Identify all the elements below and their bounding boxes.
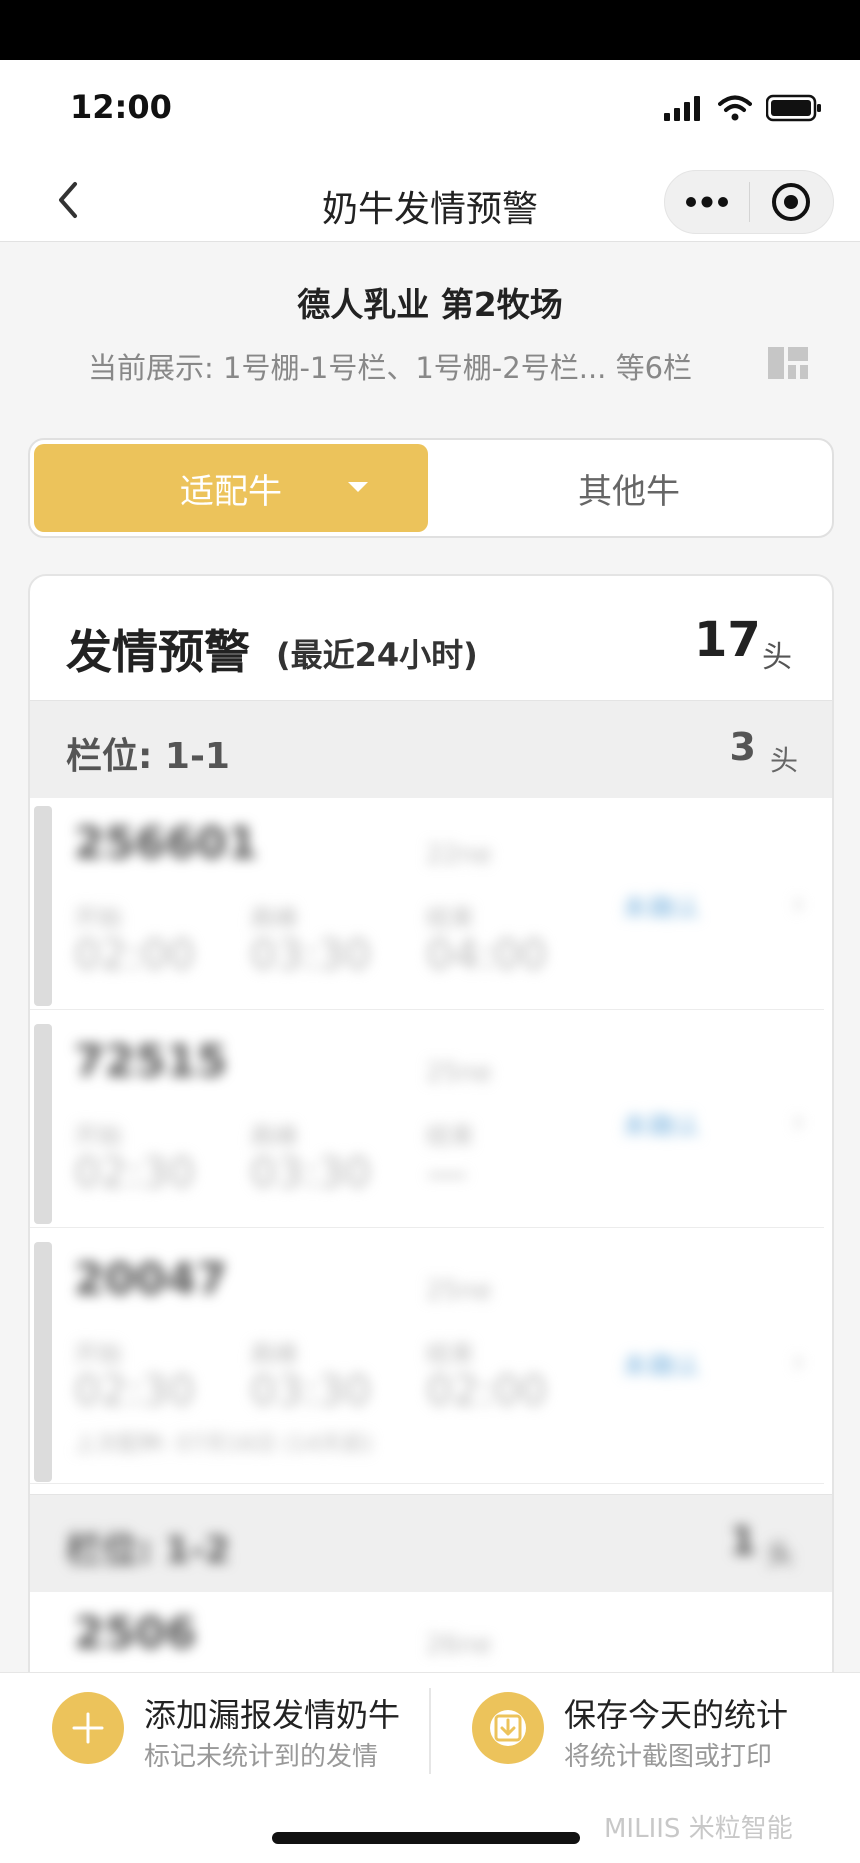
cow-label-peak: 高峰 [250,1122,298,1150]
cow-time-start: 02:30 [74,1366,196,1415]
stall-count: 1 [730,1519,757,1563]
more-button[interactable] [665,171,749,233]
watermark-logo: MILIIS 米粒智能 [604,1814,793,1844]
top-black-bar [0,0,860,60]
plus-icon [72,1712,104,1744]
more-dots-icon [685,196,728,208]
warning-subtitle: (最近24小时) [276,636,478,674]
cow-label-end: 结束 [426,1340,474,1368]
stall-unit: 头 [769,744,798,777]
cow-label-start: 开始 [74,1340,122,1368]
cow-confirm-link[interactable]: 未确认 [622,888,700,925]
cow-id: 72515 [74,1036,228,1087]
cow-row-indicator [34,806,52,1006]
cow-age: 26ne [426,1630,492,1660]
cow-id: 2506 [74,1608,197,1659]
scope-text: 当前展示: 1号棚-1号栏、1号棚-2号栏... 等6栏 [88,351,693,385]
warning-count: 17 [694,612,761,668]
warning-unit: 头 [762,640,792,675]
farm-title: 德人乳业 第2牧场 [297,285,563,324]
warning-title: 发情预警 [66,625,250,679]
tab-suitable-cows[interactable]: 适配牛 [34,444,428,532]
cow-time-peak: 03:30 [250,1148,372,1197]
add-missed-estrus-title[interactable]: 添加漏报发情奶牛 [144,1690,400,1736]
stall-count: 3 [729,725,756,769]
tab-suitable-cows-label: 适配牛 [180,471,282,512]
cow-row-indicator [34,1024,52,1224]
save-today-stats-button[interactable] [472,1692,544,1764]
cow-age: 25ne [426,1276,492,1306]
stall-header[interactable]: 栏位: 1-2 1 头 [30,1494,832,1592]
stall-unit: 头 [766,1538,795,1571]
stall-header[interactable]: 栏位: 1-1 3 头 [30,700,832,798]
cow-label-start: 开始 [74,904,122,932]
cow-row-indicator [34,1242,52,1482]
layout-grid-icon[interactable] [768,347,808,379]
footer-divider [429,1688,431,1774]
cow-label-end: 结束 [426,904,474,932]
cow-time-start: 02:30 [74,1148,196,1197]
stall-label: 栏位: 1-2 [66,1530,230,1571]
download-icon [490,1710,526,1746]
cow-time-end: 04:00 [426,930,548,979]
cow-time-end: 02:00 [426,1366,548,1415]
cow-row[interactable]: 256601 22ne 开始 高峰 结束 02:00 03:30 04:00 未… [30,800,824,1010]
chevron-right-icon: › [792,1102,805,1140]
chevron-right-icon: › [792,884,805,922]
cow-age: 25ne [426,1058,492,1088]
close-miniprogram-button[interactable] [750,171,834,233]
cow-confirm-link[interactable]: 未确认 [622,1106,700,1143]
cow-label-start: 开始 [74,1122,122,1150]
cow-time-end: — [426,1148,468,1197]
chevron-right-icon: › [792,1342,805,1380]
home-indicator[interactable] [272,1832,580,1844]
wifi-icon [718,95,752,125]
status-icons [664,94,822,126]
target-circle-icon [772,183,811,221]
status-time: 12:00 [70,88,172,126]
stall-label: 栏位: 1-1 [66,736,230,777]
battery-icon [765,94,822,126]
cow-label-peak: 高峰 [250,1340,298,1368]
cow-time-peak: 03:30 [250,1366,372,1415]
add-missed-estrus-subtitle: 标记未统计到的发情 [144,1742,379,1772]
cow-label-end: 结束 [426,1122,474,1150]
signal-icon [664,95,704,125]
cow-time-start: 02:00 [74,930,196,979]
cow-id: 20047 [74,1254,228,1305]
caret-down-icon[interactable] [348,482,368,492]
add-missed-estrus-button[interactable] [52,1692,124,1764]
save-today-stats-title[interactable]: 保存今天的统计 [564,1690,788,1736]
cow-row[interactable]: 72515 25ne 开始 高峰 结束 02:30 03:30 — 未确认 › [30,1018,824,1228]
cow-confirm-link[interactable]: 未确认 [622,1346,700,1383]
cow-age: 22ne [426,840,492,870]
cow-label-peak: 高峰 [250,904,298,932]
tab-other-cows[interactable]: 其他牛 [430,444,828,532]
cow-id: 256601 [74,818,258,869]
cow-time-peak: 03:30 [250,930,372,979]
cow-last-breeding-note: 上次配种: 07月16日 (14天前) [74,1432,373,1457]
save-today-stats-subtitle: 将统计截图或打印 [564,1742,773,1772]
miniprogram-capsule [664,170,834,234]
cow-row[interactable]: 20047 25ne 开始 高峰 结束 02:30 03:30 02:00 上次… [30,1236,824,1484]
